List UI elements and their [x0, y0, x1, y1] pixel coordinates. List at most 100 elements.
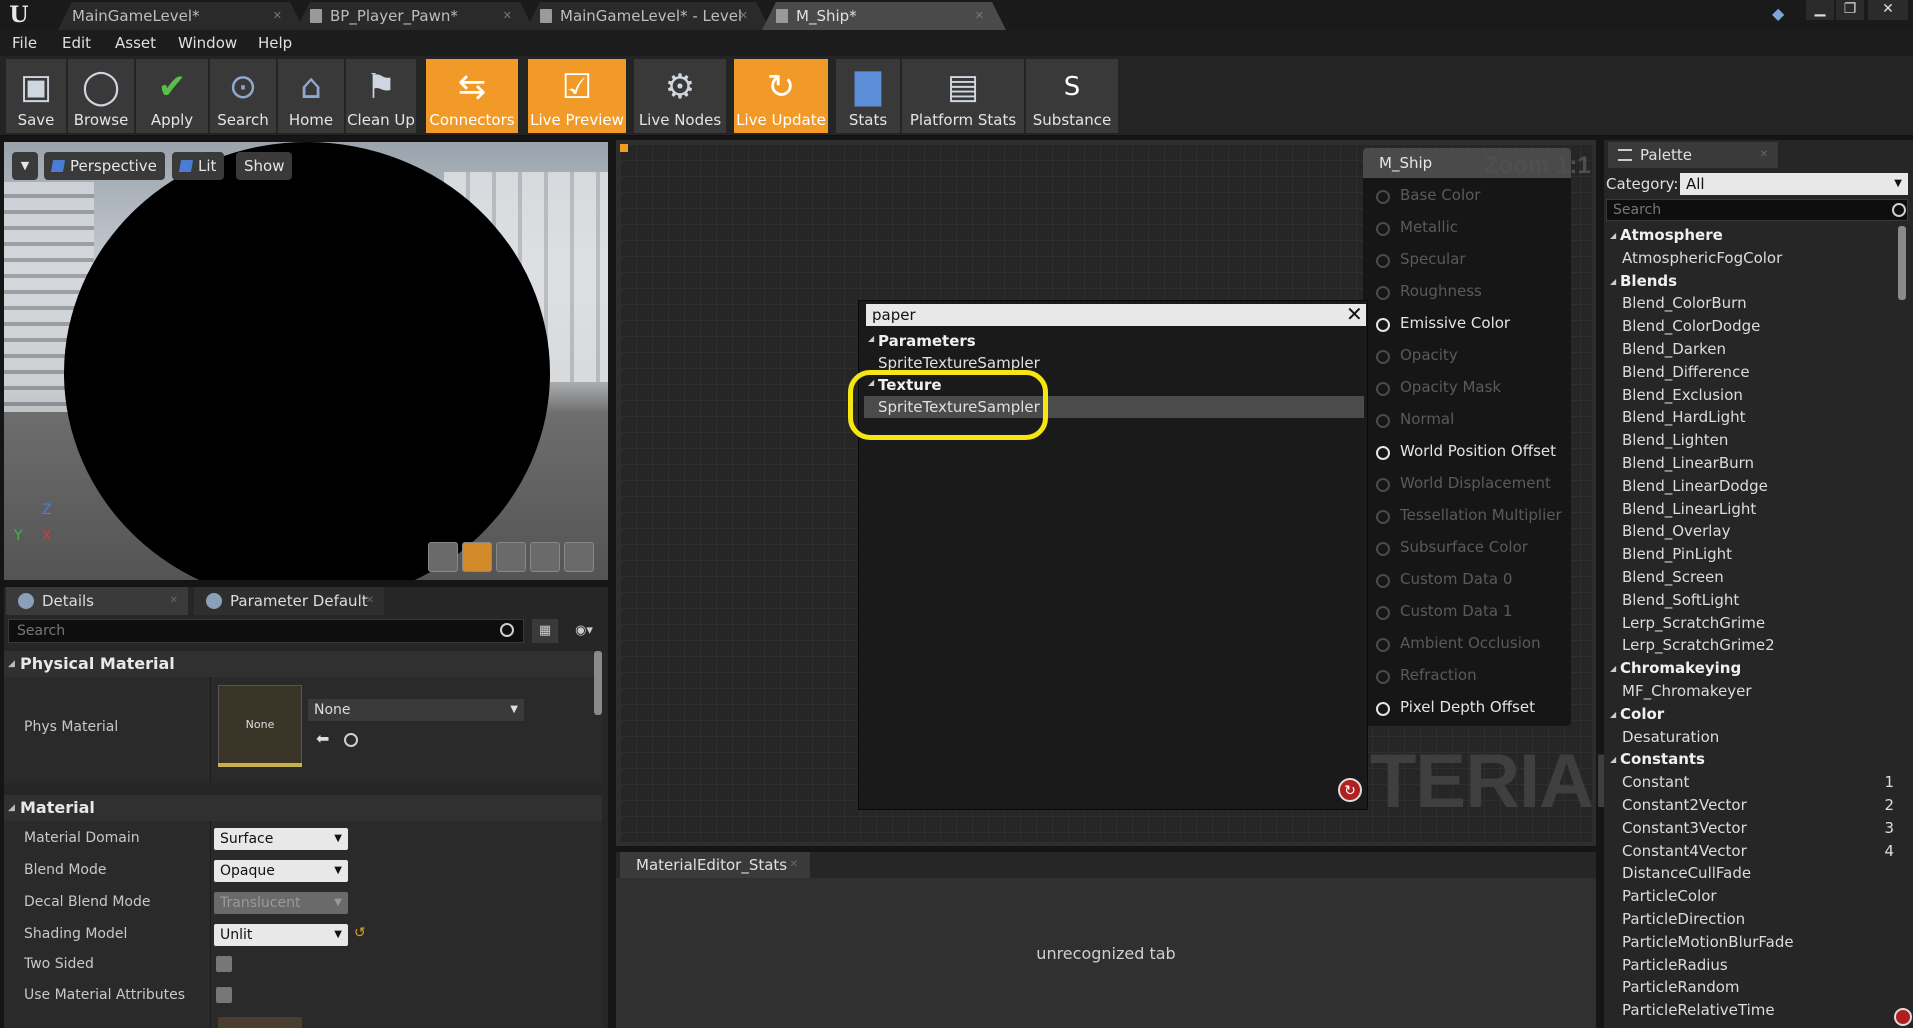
menu-window[interactable]: Window	[178, 30, 237, 56]
menu-file[interactable]: File	[12, 30, 37, 56]
tab-level[interactable]: MainGameLevel* - Level ✕	[526, 2, 770, 30]
close-window-button[interactable]: ✕	[1868, 0, 1908, 20]
palette-item[interactable]: ParticleRelativeTime	[1610, 999, 1894, 1022]
palette-scrollbar[interactable]	[1898, 226, 1906, 300]
palette-item[interactable]: ParticleDirection	[1610, 908, 1894, 931]
palette-category[interactable]: Color	[1610, 703, 1894, 726]
pin-ambient-occlusion[interactable]: Ambient Occlusion	[1376, 634, 1541, 652]
palette-item[interactable]: Constant2Vector 2	[1610, 794, 1894, 817]
lit-button[interactable]: Lit	[172, 152, 225, 180]
palette-item[interactable]: Blend_Difference	[1610, 361, 1894, 384]
live-update-button[interactable]: ↻ Live Update	[734, 59, 828, 133]
menu-help[interactable]: Help	[258, 30, 292, 56]
apply-button[interactable]: ✔ Apply	[136, 59, 208, 133]
view-options-icon[interactable]: ▦	[532, 619, 558, 643]
shading-model-dropdown[interactable]: Unlit	[214, 924, 348, 946]
menu-asset[interactable]: Asset	[115, 30, 156, 56]
search-button[interactable]: ⊙ Search	[210, 59, 276, 133]
minimize-button[interactable]: ▁	[1806, 0, 1834, 20]
substance-button[interactable]: S Substance	[1026, 59, 1118, 133]
palette-item[interactable]: ParticleColor	[1610, 885, 1894, 908]
palette-category[interactable]: Chromakeying	[1610, 657, 1894, 680]
palette-search-input[interactable]: Search	[1606, 199, 1908, 221]
palette-item[interactable]: Constant4Vector 4	[1610, 840, 1894, 863]
phys-material-thumbnail[interactable]: None	[218, 685, 302, 765]
clean-up-button[interactable]: ⚑ Clean Up	[346, 59, 416, 133]
preview-mesh-icon[interactable]	[564, 542, 594, 572]
tab-palette[interactable]: Palette ✕	[1608, 142, 1778, 168]
close-icon[interactable]: ✕	[790, 852, 798, 878]
source-control-icon[interactable]: ◆	[1772, 4, 1790, 23]
close-icon[interactable]: ✕	[366, 587, 374, 615]
tab-main-game-level[interactable]: MainGameLevel* ✕	[58, 2, 304, 30]
palette-item[interactable]: DistanceCullFade	[1610, 862, 1894, 885]
close-icon[interactable]: ✕	[170, 587, 178, 615]
palette-item[interactable]: ParticleRadius	[1610, 954, 1894, 977]
pin-world-displacement[interactable]: World Displacement	[1376, 474, 1551, 492]
palette-category[interactable]: Blends	[1610, 270, 1894, 293]
pin-pixel-depth-offset[interactable]: Pixel Depth Offset	[1376, 698, 1535, 716]
pin-opacity[interactable]: Opacity	[1376, 346, 1458, 364]
close-icon[interactable]: ✕	[739, 2, 748, 30]
pin-refraction[interactable]: Refraction	[1376, 666, 1477, 684]
palette-item[interactable]: Blend_ColorBurn	[1610, 292, 1894, 315]
palette-item[interactable]: Blend_ColorDodge	[1610, 315, 1894, 338]
pin-metallic[interactable]: Metallic	[1376, 218, 1458, 236]
node-search-input[interactable]: paper	[866, 304, 1366, 326]
palette-item[interactable]: Blend_HardLight	[1610, 406, 1894, 429]
pin-emissive-color[interactable]: Emissive Color	[1376, 314, 1510, 332]
tab-m-ship[interactable]: M_Ship* ✕	[762, 2, 1006, 30]
pin-custom-data-0[interactable]: Custom Data 0	[1376, 570, 1512, 588]
palette-item[interactable]: Blend_Screen	[1610, 566, 1894, 589]
details-scrollbar[interactable]	[594, 651, 602, 715]
palette-item[interactable]: ParticleRandom	[1610, 976, 1894, 999]
blend-mode-dropdown[interactable]: Opaque	[214, 860, 348, 882]
palette-item[interactable]: Blend_LinearLight	[1610, 498, 1894, 521]
browse-asset-icon[interactable]	[344, 733, 358, 747]
live-preview-button[interactable]: ☑ Live Preview	[528, 59, 626, 133]
palette-item[interactable]: Desaturation	[1610, 726, 1894, 749]
details-search-input[interactable]: Search	[8, 619, 524, 643]
pin-specular[interactable]: Specular	[1376, 250, 1466, 268]
palette-item[interactable]: Blend_LinearDodge	[1610, 475, 1894, 498]
section-material[interactable]: Material	[4, 795, 602, 821]
phys-material-dropdown[interactable]: None ▼	[308, 699, 524, 721]
pin-custom-data-1[interactable]: Custom Data 1	[1376, 602, 1512, 620]
category-parameters[interactable]: Parameters	[868, 332, 976, 350]
close-icon[interactable]: ✕	[1760, 142, 1768, 168]
section-physical-material[interactable]: Physical Material	[4, 651, 602, 677]
palette-item[interactable]: Blend_LinearBurn	[1610, 452, 1894, 475]
close-icon[interactable]: ✕	[503, 2, 512, 30]
connectors-button[interactable]: ⇆ Connectors	[426, 59, 518, 133]
save-button[interactable]: ▣ Save	[6, 59, 66, 133]
palette-item[interactable]: Blend_Overlay	[1610, 520, 1894, 543]
tab-material-editor-stats[interactable]: MaterialEditor_Stats ✕	[620, 852, 810, 878]
show-button[interactable]: Show	[236, 152, 293, 180]
home-button[interactable]: ⌂ Home	[278, 59, 344, 133]
tab-details[interactable]: Details ✕	[6, 587, 188, 615]
pin-tessellation-multiplier[interactable]: Tessellation Multiplier	[1376, 506, 1562, 524]
palette-item[interactable]: Constant 1	[1610, 771, 1894, 794]
perspective-button[interactable]: Perspective	[44, 152, 165, 180]
use-selected-arrow-icon[interactable]: ⬅	[316, 729, 329, 748]
tab-bp-player-pawn[interactable]: BP_Player_Pawn* ✕	[296, 2, 534, 30]
preview-sphere-icon[interactable]	[462, 542, 492, 572]
palette-item[interactable]: ParticleMotionBlurFade	[1610, 931, 1894, 954]
eye-icon[interactable]: ◉▾	[564, 619, 604, 643]
preview-plane-icon[interactable]	[496, 542, 526, 572]
palette-item[interactable]: Blend_PinLight	[1610, 543, 1894, 566]
two-sided-checkbox[interactable]	[216, 956, 232, 972]
pin-world-position-offset[interactable]: World Position Offset	[1376, 442, 1556, 460]
palette-item[interactable]: MF_Chromakeyer	[1610, 680, 1894, 703]
category-dropdown[interactable]: All	[1680, 173, 1908, 195]
reset-to-default-icon[interactable]: ↺	[354, 925, 366, 941]
clear-search-icon[interactable]: ✕	[1346, 302, 1363, 326]
palette-item[interactable]: Lerp_ScratchGrime	[1610, 612, 1894, 635]
palette-item[interactable]: Blend_Exclusion	[1610, 384, 1894, 407]
platform-stats-button[interactable]: ▤ Platform Stats	[902, 59, 1024, 133]
palette-category[interactable]: Atmosphere	[1610, 224, 1894, 247]
realtime-preview-icon[interactable]: ↻	[1338, 778, 1362, 802]
viewport-options-button[interactable]: ▼	[12, 152, 38, 180]
pin-opacity-mask[interactable]: Opacity Mask	[1376, 378, 1501, 396]
preview-viewport[interactable]: ▼ Perspective Lit Show Z X Y	[4, 142, 608, 580]
